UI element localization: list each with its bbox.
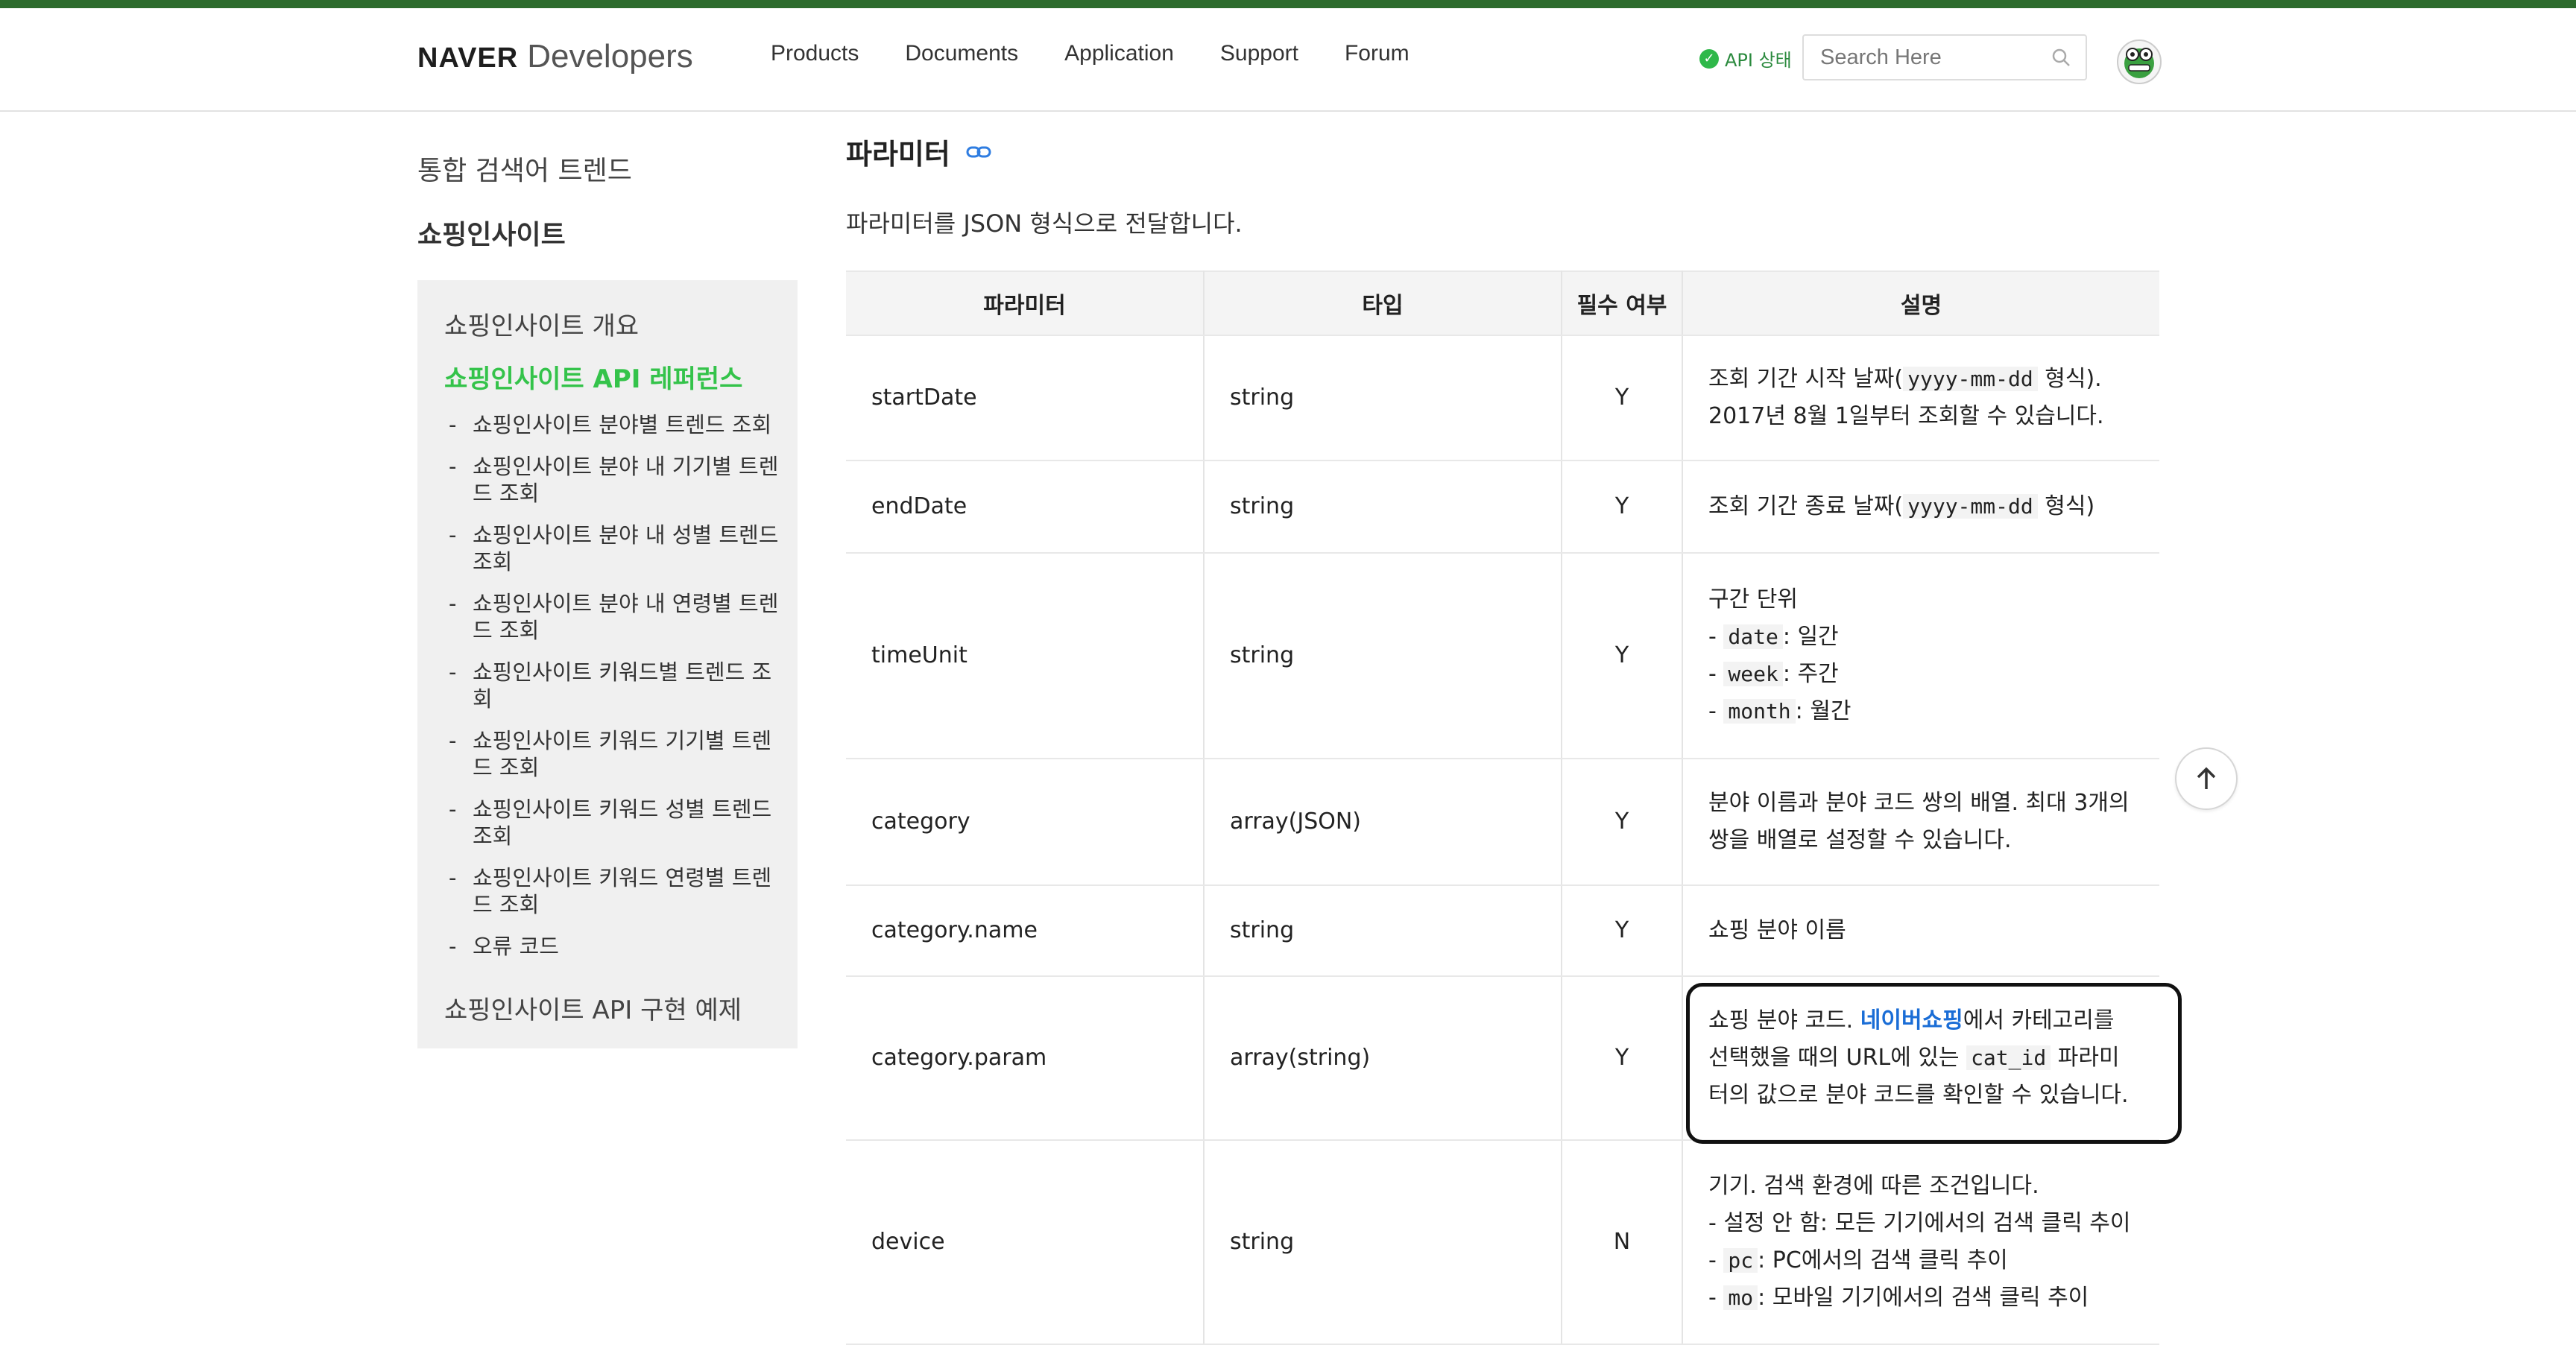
column-header: 파라미터 — [846, 270, 1205, 336]
main-nav: Products Documents Application Support F… — [771, 41, 1409, 66]
sidebar-sub-item[interactable]: 쇼핑인사이트 키워드 성별 트렌드 조회 — [444, 796, 786, 849]
param-description: 쇼핑 분야 이름 — [1682, 885, 2159, 977]
section-heading: 파라미터 — [846, 131, 2159, 172]
param-name: category.param — [846, 976, 1205, 1141]
search-box — [1802, 34, 2087, 80]
sidebar: 통합 검색어 트렌드 쇼핑인사이트 쇼핑인사이트 개요 쇼핑인사이트 API 레… — [417, 149, 798, 1048]
sidebar-sub-item[interactable]: 쇼핑인사이트 키워드 연령별 트렌드 조회 — [444, 864, 786, 918]
param-description: 조회 기간 종료 날짜(yyyy-mm-dd 형식) — [1682, 461, 2159, 554]
param-type: string — [1204, 885, 1562, 977]
parameter-table: 파라미터 타입 필수 여부 설명 startDate string Y 조회 기… — [846, 270, 2182, 1345]
arrow-up-icon — [2197, 767, 2216, 789]
frog-avatar-icon — [2124, 48, 2154, 78]
param-required: Y — [1562, 553, 1683, 759]
sidebar-item-shopping-insight[interactable]: 쇼핑인사이트 — [417, 213, 798, 252]
site-header: NAVER Developers Products Documents Appl… — [0, 8, 2576, 112]
brand-logo[interactable]: NAVER Developers — [417, 38, 693, 83]
param-description: 쇼핑 분야 코드. 네이버쇼핑에서 카테고리를 선택했을 때의 URL에 있는 … — [1682, 976, 2182, 1144]
sidebar-sub-item[interactable]: 쇼핑인사이트 키워드별 트렌드 조회 — [444, 659, 786, 712]
sidebar-sub-item[interactable]: 쇼핑인사이트 분야별 트렌드 조회 — [444, 411, 786, 438]
param-required: Y — [1562, 885, 1683, 977]
check-circle-icon: ✓ — [1699, 48, 1719, 69]
search-icon[interactable] — [2050, 46, 2072, 69]
sidebar-sub-item[interactable]: 오류 코드 — [444, 933, 786, 960]
table-row: endDate string Y 조회 기간 종료 날짜(yyyy-mm-dd … — [846, 461, 2159, 554]
scroll-to-top-button[interactable] — [2175, 747, 2238, 810]
param-name: endDate — [846, 461, 1205, 554]
sidebar-sub-item[interactable]: 쇼핑인사이트 키워드 기기별 트렌드 조회 — [444, 727, 786, 781]
sidebar-submenu: 쇼핑인사이트 개요 쇼핑인사이트 API 레퍼런스 쇼핑인사이트 분야별 트렌드… — [417, 280, 798, 1048]
main-content: 파라미터 파라미터를 JSON 형식으로 전달합니다. 파라미터 타입 필수 여… — [846, 131, 2182, 1345]
nav-products[interactable]: Products — [771, 41, 859, 66]
sidebar-sub-item[interactable]: 쇼핑인사이트 분야 내 성별 트렌드 조회 — [444, 522, 786, 575]
table-header-row: 파라미터 타입 필수 여부 설명 — [846, 270, 2159, 336]
brand-naver: NAVER — [417, 42, 519, 74]
param-type: array(string) — [1204, 976, 1562, 1141]
param-name: timeUnit — [846, 553, 1205, 759]
param-description: 구간 단위 - date: 일간 - week: 주간 - month: 월간 — [1682, 553, 2159, 759]
table-row: device string N 기기. 검색 환경에 따른 조건입니다. - 설… — [846, 1140, 2159, 1345]
nav-application[interactable]: Application — [1064, 41, 1174, 66]
param-description: 분야 이름과 분야 코드 쌍의 배열. 최대 3개의 쌍을 배열로 설정할 수 … — [1682, 759, 2159, 886]
param-required: N — [1562, 1140, 1683, 1345]
sidebar-sub-list: 쇼핑인사이트 분야별 트렌드 조회 쇼핑인사이트 분야 내 기기별 트렌드 조회… — [444, 411, 786, 960]
param-required: Y — [1562, 976, 1683, 1141]
sidebar-item-search-trend[interactable]: 통합 검색어 트렌드 — [417, 149, 798, 188]
api-status-link[interactable]: ✓ API 상태 — [1699, 45, 1792, 72]
nav-forum[interactable]: Forum — [1345, 41, 1409, 66]
table-row: timeUnit string Y 구간 단위 - date: 일간 - wee… — [846, 553, 2159, 759]
param-required: Y — [1562, 759, 1683, 886]
naver-shopping-link[interactable]: 네이버쇼핑 — [1860, 1007, 1963, 1034]
param-name: category — [846, 759, 1205, 886]
param-required: Y — [1562, 335, 1683, 461]
table-row: startDate string Y 조회 기간 시작 날짜(yyyy-mm-d… — [846, 335, 2159, 461]
avatar[interactable] — [2117, 39, 2162, 84]
table-row: category array(JSON) Y 분야 이름과 분야 코드 쌍의 배… — [846, 759, 2159, 886]
param-required: Y — [1562, 461, 1683, 554]
sidebar-sub-item[interactable]: 쇼핑인사이트 분야 내 기기별 트렌드 조회 — [444, 453, 786, 507]
param-type: string — [1204, 1140, 1562, 1345]
sidebar-sub-item[interactable]: 쇼핑인사이트 분야 내 연령별 트렌드 조회 — [444, 590, 786, 644]
link-icon[interactable] — [965, 139, 992, 165]
param-description: 조회 기간 시작 날짜(yyyy-mm-dd 형식). 2017년 8월 1일부… — [1682, 335, 2159, 461]
column-header: 타입 — [1204, 270, 1562, 336]
param-name: device — [846, 1140, 1205, 1345]
top-accent-bar — [0, 0, 2576, 8]
search-input[interactable] — [1819, 36, 2045, 79]
param-type: string — [1204, 335, 1562, 461]
sidebar-item-example[interactable]: 쇼핑인사이트 API 구현 예제 — [444, 990, 786, 1026]
column-header: 필수 여부 — [1562, 270, 1683, 336]
sidebar-item-overview[interactable]: 쇼핑인사이트 개요 — [444, 306, 786, 342]
brand-developers: Developers — [527, 38, 693, 75]
param-type: string — [1204, 461, 1562, 554]
sidebar-item-api-reference[interactable]: 쇼핑인사이트 API 레퍼런스 — [444, 358, 786, 395]
nav-support[interactable]: Support — [1220, 41, 1298, 66]
table-row: category.name string Y 쇼핑 분야 이름 — [846, 885, 2159, 977]
nav-documents[interactable]: Documents — [905, 41, 1018, 66]
param-name: startDate — [846, 335, 1205, 461]
param-type: array(JSON) — [1204, 759, 1562, 886]
column-header: 설명 — [1682, 270, 2159, 336]
table-row: category.param array(string) Y 쇼핑 분야 코드.… — [846, 976, 2182, 1144]
param-type: string — [1204, 553, 1562, 759]
param-name: category.name — [846, 885, 1205, 977]
api-status-label: API 상태 — [1725, 50, 1792, 71]
section-title: 파라미터 — [846, 138, 950, 171]
section-description: 파라미터를 JSON 형식으로 전달합니다. — [846, 209, 1243, 238]
param-description: 기기. 검색 환경에 따른 조건입니다. - 설정 안 함: 모든 기기에서의 … — [1682, 1140, 2159, 1345]
